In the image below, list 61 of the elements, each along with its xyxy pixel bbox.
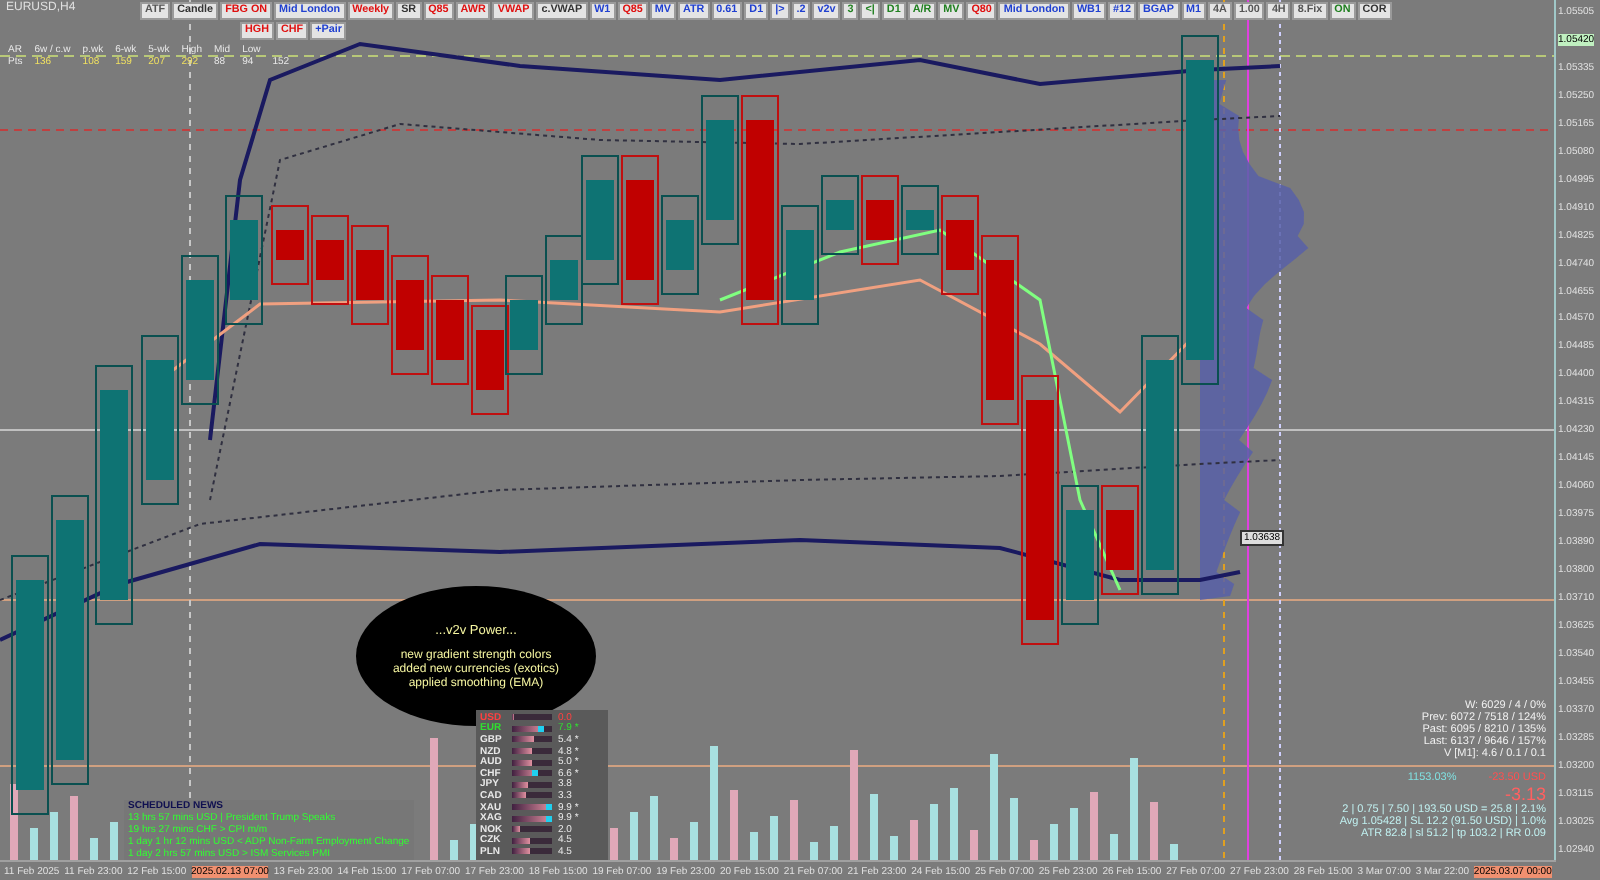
strength-bar	[512, 815, 552, 822]
volume-bar	[30, 828, 38, 860]
volume-bar	[870, 794, 878, 860]
volume-bar	[950, 788, 958, 860]
strength-bar	[512, 848, 552, 855]
volume-bar	[770, 816, 778, 860]
candle	[505, 275, 543, 375]
candle	[311, 215, 349, 305]
volume-bar	[830, 826, 838, 860]
candle	[861, 175, 899, 265]
strength-bar	[512, 759, 552, 766]
volume-bar	[450, 840, 458, 860]
volume-bar	[110, 822, 118, 860]
volume-bar	[1030, 840, 1038, 860]
volume-bar	[710, 746, 718, 860]
strength-bar	[512, 714, 552, 721]
volume-bar	[910, 820, 918, 860]
volume-bar	[850, 750, 858, 860]
strength-bar	[512, 770, 552, 777]
candle	[471, 305, 509, 415]
volume-bar	[650, 796, 658, 860]
pips-value: -3.13	[1504, 784, 1546, 804]
volume-bar	[1070, 808, 1078, 860]
volume-bar	[430, 738, 438, 860]
candle	[431, 275, 469, 385]
strength-bar	[512, 781, 552, 788]
volume-bar	[1010, 798, 1018, 860]
volume-bar	[10, 784, 18, 860]
volume-bar	[1150, 802, 1158, 860]
volume-bar	[890, 836, 898, 860]
volume-bar	[690, 822, 698, 860]
volume-bar	[630, 812, 638, 860]
candle	[225, 195, 263, 325]
strength-bar	[512, 804, 552, 811]
candle	[271, 205, 309, 285]
volume-bar	[610, 828, 618, 860]
strength-bar	[512, 826, 552, 833]
volume-bar	[970, 830, 978, 860]
volume-bar	[670, 838, 678, 860]
strength-bar	[512, 725, 552, 732]
candle	[351, 225, 389, 325]
strength-bar	[512, 837, 552, 844]
strength-bar	[512, 748, 552, 755]
volume-bar	[1090, 792, 1098, 860]
volume-bar	[1050, 824, 1058, 860]
volume-bar	[930, 804, 938, 860]
volume-bar	[1170, 844, 1178, 860]
volume-bar	[50, 812, 58, 860]
volume-bar	[90, 838, 98, 860]
strength-bar	[512, 792, 552, 799]
volume-bar	[810, 842, 818, 860]
volume-bar	[790, 800, 798, 860]
volume-bar	[730, 790, 738, 860]
volume-bar	[70, 796, 78, 860]
volume-bar	[1130, 758, 1138, 860]
candle	[901, 185, 939, 255]
volume-bar	[1110, 834, 1118, 860]
volume-bar	[990, 754, 998, 860]
candle	[391, 255, 429, 375]
volume-bar	[750, 832, 758, 860]
strength-bar	[512, 736, 552, 743]
